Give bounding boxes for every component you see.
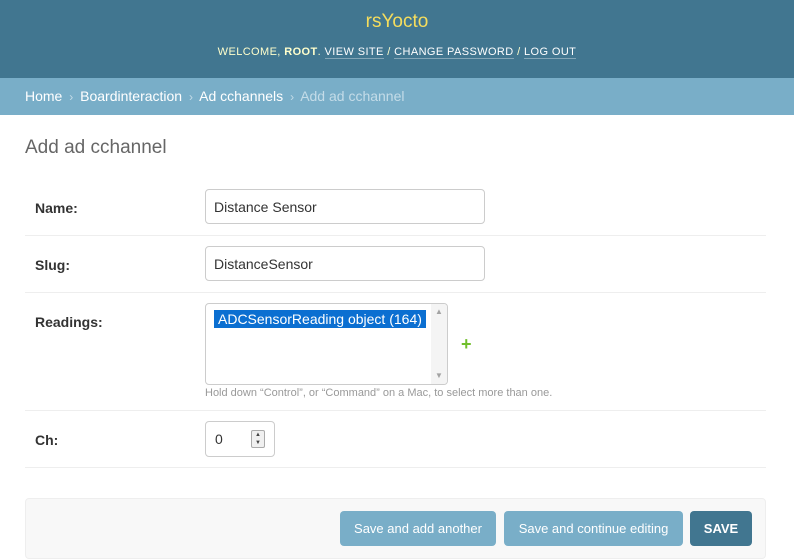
save-and-add-another-button[interactable]: Save and add another: [340, 511, 496, 546]
slug-field[interactable]: [205, 246, 485, 281]
ch-value[interactable]: 0: [215, 431, 223, 447]
view-site-link[interactable]: VIEW SITE: [324, 46, 384, 59]
ch-label: Ch:: [35, 432, 59, 448]
breadcrumb: Home › Boardinteraction › Ad cchannels ›…: [0, 78, 794, 115]
log-out-link[interactable]: LOG OUT: [524, 46, 577, 59]
separator: /: [383, 46, 395, 58]
header: rsYocto WELCOME, ROOT. VIEW SITE / CHANG…: [0, 0, 794, 78]
add-related-icon[interactable]: +: [461, 335, 472, 353]
slug-label: Slug:: [35, 257, 70, 273]
user-tools: WELCOME, ROOT. VIEW SITE / CHANGE PASSWO…: [0, 46, 794, 59]
site-branding[interactable]: rsYocto: [0, 11, 794, 33]
decrement-icon[interactable]: ▼: [252, 439, 264, 447]
breadcrumb-current: Add ad cchannel: [300, 88, 405, 104]
ch-stepper[interactable]: ▲ ▼: [251, 430, 265, 448]
readings-label: Readings:: [35, 314, 103, 330]
readings-option-selected[interactable]: ADCSensorReading object (164): [214, 310, 426, 328]
page-title: Add ad cchannel: [25, 137, 167, 158]
welcome-text: WELCOME,: [217, 46, 285, 58]
breadcrumb-separator-icon: ›: [69, 90, 74, 104]
submit-row: Save and add another Save and continue e…: [25, 498, 766, 559]
save-button[interactable]: SAVE: [690, 511, 752, 546]
breadcrumb-separator-icon: ›: [290, 90, 295, 104]
name-label: Name:: [35, 200, 78, 216]
increment-icon[interactable]: ▲: [252, 431, 264, 439]
username: ROOT: [284, 46, 318, 58]
scroll-down-icon[interactable]: ▼: [434, 371, 444, 381]
form-row-ch: Ch: 0 ▲ ▼: [25, 411, 766, 468]
readings-multiselect[interactable]: ADCSensorReading object (164) ▲ ▼: [205, 303, 448, 385]
readings-scrollbar[interactable]: ▲ ▼: [431, 304, 447, 384]
welcome-suffix: .: [317, 46, 325, 58]
readings-help-text: Hold down “Control”, or “Command” on a M…: [205, 387, 553, 399]
scroll-up-icon[interactable]: ▲: [434, 307, 444, 317]
breadcrumb-model[interactable]: Ad cchannels: [199, 88, 283, 104]
form-row-slug: Slug:: [25, 236, 766, 293]
form-row-readings: Readings: ADCSensorReading object (164) …: [25, 293, 766, 411]
save-and-continue-button[interactable]: Save and continue editing: [504, 511, 683, 546]
form-row-name: Name:: [25, 180, 766, 236]
ch-number-input[interactable]: 0 ▲ ▼: [205, 421, 275, 457]
change-password-link[interactable]: CHANGE PASSWORD: [394, 46, 514, 59]
separator: /: [513, 46, 524, 58]
breadcrumb-separator-icon: ›: [188, 90, 193, 104]
breadcrumb-app[interactable]: Boardinteraction: [80, 88, 182, 104]
name-field[interactable]: [205, 189, 485, 224]
breadcrumb-home[interactable]: Home: [25, 88, 62, 104]
